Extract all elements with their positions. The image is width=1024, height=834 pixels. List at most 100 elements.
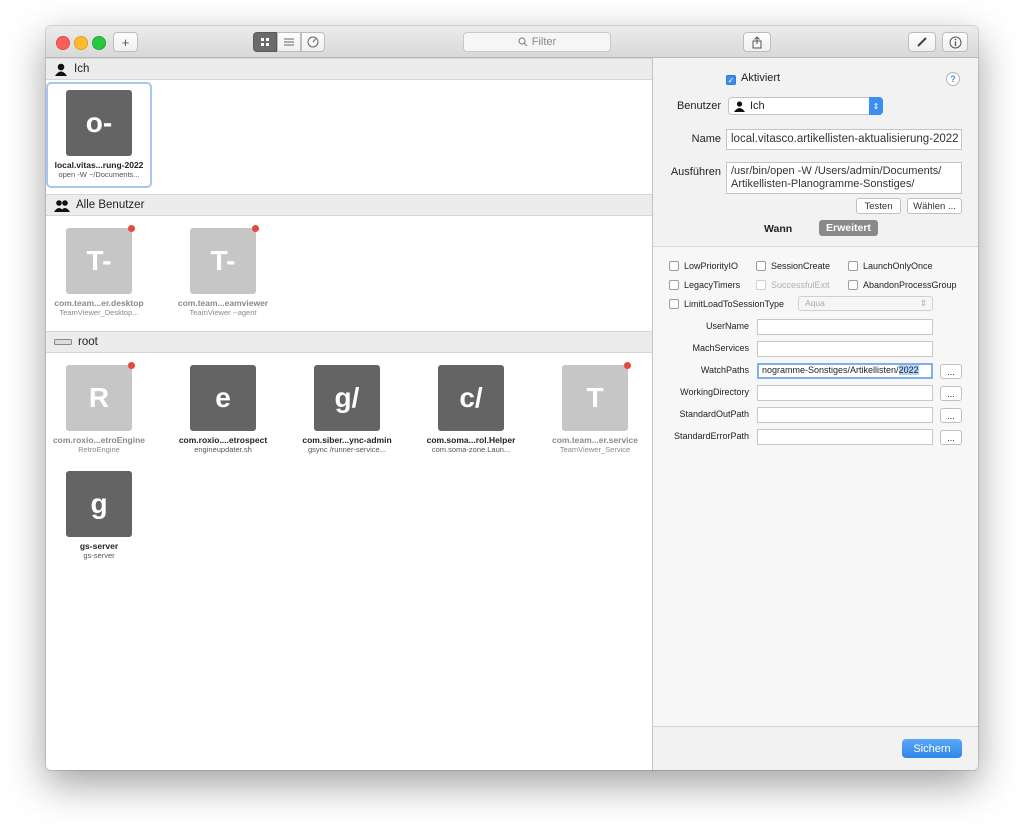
group-label: root (78, 336, 98, 348)
drive-icon (54, 339, 72, 345)
status-view-button[interactable] (301, 32, 325, 52)
user-select-value: Ich (750, 100, 765, 112)
job-item[interactable]: g/ com.siber...ync-admin gsync /runner-s… (296, 359, 398, 459)
working-directory-field[interactable] (757, 385, 933, 401)
advanced-options: LowPriorityIO SessionCreate LaunchOnlyOn… (653, 246, 978, 727)
activated-checkbox[interactable]: ✓ Aktiviert (726, 72, 780, 85)
working-directory-label: WorkingDirectory (680, 387, 749, 397)
zoom-window-button[interactable] (92, 36, 106, 50)
stdout-path-label: StandardOutPath (679, 409, 749, 419)
app-window: + Filter Ich o- local.vitas...rung-2022 … (46, 26, 978, 770)
job-icon: g (66, 471, 132, 537)
error-badge-icon (624, 362, 631, 369)
job-item[interactable]: e com.roxio....etrospect engineupdater.s… (172, 359, 274, 459)
stdout-path-browse-button[interactable]: ... (940, 408, 962, 423)
help-icon: ? (950, 74, 956, 84)
save-button[interactable]: Sichern (902, 739, 962, 758)
stderr-path-label: StandardErrorPath (673, 431, 749, 441)
info-button[interactable] (942, 32, 968, 52)
list-view-button[interactable] (277, 32, 301, 52)
user-select[interactable]: Ich ⇕ (728, 97, 883, 115)
job-icon: g/ (314, 365, 380, 431)
session-create-checkbox[interactable]: SessionCreate (756, 261, 830, 271)
grid-icon (261, 38, 269, 46)
user-icon (734, 100, 745, 112)
checkmark-icon: ✓ (726, 75, 736, 85)
mach-services-field[interactable] (757, 341, 933, 357)
limit-load-checkbox[interactable]: LimitLoadToSessionType (669, 299, 784, 309)
job-icon: T- (66, 225, 135, 294)
tab-advanced[interactable]: Erweitert (819, 220, 878, 236)
low-priority-io-checkbox[interactable]: LowPriorityIO (669, 261, 738, 271)
watch-paths-value: nogramme-Sonstiges/Artikellisten/ (762, 365, 899, 375)
error-badge-icon (252, 225, 259, 232)
job-item[interactable]: T- com.team...eamviewer TeamViewer --age… (172, 222, 274, 322)
job-command: RetroEngine (78, 445, 120, 454)
job-icon: T- (190, 225, 259, 294)
job-command: TeamViewer_Service (559, 445, 631, 454)
job-icon: R (66, 362, 135, 431)
help-button[interactable]: ? (946, 72, 960, 86)
choose-button[interactable]: Wählen ... (907, 198, 962, 214)
run-label: Ausführen (670, 166, 721, 178)
watch-paths-label: WatchPaths (700, 365, 749, 375)
watch-paths-field[interactable]: nogramme-Sonstiges/Artikellisten/2022 (757, 363, 933, 379)
session-type-value: Aqua (805, 298, 825, 308)
tab-when[interactable]: Wann (764, 223, 792, 235)
inspector-pane: ✓ Aktiviert ? Benutzer Ich ⇕ Name local.v… (653, 58, 978, 770)
job-command: com.soma-zone.Laun... (431, 445, 511, 454)
close-window-button[interactable] (56, 36, 70, 50)
job-item[interactable]: g gs-server gs-server (48, 465, 150, 565)
stderr-path-browse-button[interactable]: ... (940, 430, 962, 445)
abandon-process-group-checkbox[interactable]: AbandonProcessGroup (848, 280, 957, 290)
activated-label: Aktiviert (741, 72, 781, 84)
user-label: Benutzer (676, 100, 721, 112)
grid-view-button[interactable] (253, 32, 277, 52)
filter-search-field[interactable]: Filter (463, 32, 611, 52)
stderr-path-field[interactable] (757, 429, 933, 445)
group-label: Alle Benutzer (76, 199, 145, 211)
job-command: TeamViewer_Desktop... (59, 308, 139, 317)
share-button[interactable] (743, 32, 771, 52)
job-name: com.soma...rol.Helper (426, 435, 516, 445)
job-command: open -W ~/Documents... (58, 170, 140, 179)
job-name: com.siber...ync-admin (302, 435, 392, 445)
job-item[interactable]: R com.roxio...etroEngine RetroEngine (48, 359, 150, 459)
job-command: TeamViewer --agent (189, 308, 257, 317)
session-type-select: Aqua ⇕ (798, 296, 933, 311)
job-name: gs-server (79, 541, 119, 551)
list-icon (284, 38, 294, 46)
job-item[interactable]: c/ com.soma...rol.Helper com.soma-zone.L… (420, 359, 522, 459)
test-button[interactable]: Testen (856, 198, 901, 214)
launch-only-once-checkbox[interactable]: LaunchOnlyOnce (848, 261, 933, 271)
job-item[interactable]: o- local.vitas...rung-2022 open -W ~/Doc… (46, 82, 152, 188)
inspector-header: ✓ Aktiviert ? Benutzer Ich ⇕ Name local.v… (653, 58, 978, 246)
add-button[interactable]: + (113, 32, 138, 52)
run-line-2: Artikellisten-Planogramme-Sonstiges/ (731, 178, 915, 190)
inspector-footer: Sichern (653, 726, 978, 770)
job-name: com.roxio...etroEngine (52, 435, 146, 445)
legacy-timers-checkbox[interactable]: LegacyTimers (669, 280, 740, 290)
group-header-root: root (46, 331, 652, 353)
chevron-updown-icon: ⇕ (869, 97, 883, 115)
info-icon (949, 36, 961, 48)
group-header-all-users: Alle Benutzer (46, 194, 652, 216)
job-name: com.team...er.service (551, 435, 638, 445)
edit-button[interactable] (908, 32, 936, 52)
watch-paths-browse-button[interactable]: ... (940, 364, 962, 379)
error-badge-icon (128, 362, 135, 369)
jobs-pane: Ich o- local.vitas...rung-2022 open -W ~… (46, 58, 652, 770)
job-name: com.team...eamviewer (177, 298, 269, 308)
name-field[interactable]: local.vitasco.artikellisten-aktualisieru… (726, 129, 962, 150)
working-directory-browse-button[interactable]: ... (940, 386, 962, 401)
stdout-path-field[interactable] (757, 407, 933, 423)
job-item[interactable]: T- com.team...er.desktop TeamViewer_Desk… (48, 222, 150, 322)
run-field[interactable]: /usr/bin/open -W /Users/admin/Documents/… (726, 162, 962, 194)
minimize-window-button[interactable] (74, 36, 88, 50)
username-field[interactable] (757, 319, 933, 335)
watch-paths-selection: 2022 (898, 365, 919, 375)
share-icon (752, 35, 762, 48)
job-name: com.team...er.desktop (54, 298, 144, 308)
job-item[interactable]: T com.team...er.service TeamViewer_Servi… (544, 359, 646, 459)
job-command: gs-server (83, 551, 115, 560)
